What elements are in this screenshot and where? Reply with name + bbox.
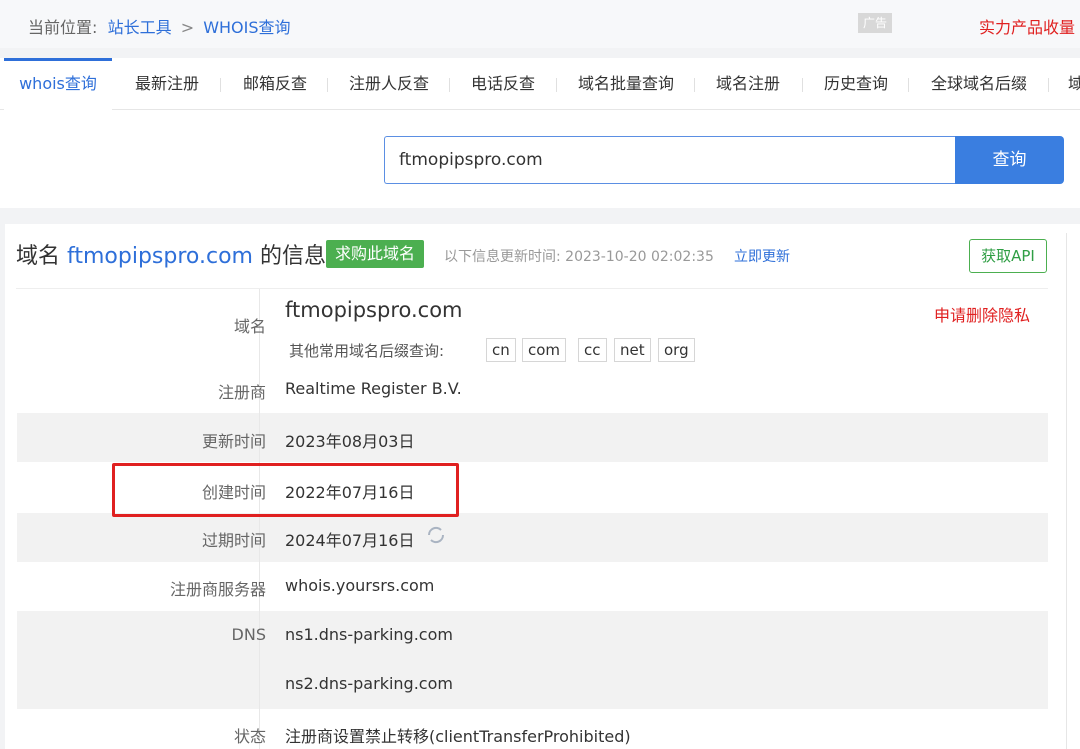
suffix-chip-org[interactable]: org <box>658 338 695 362</box>
tab-divider <box>1048 78 1049 92</box>
tab-email-reverse[interactable]: 邮箱反查 <box>243 58 307 110</box>
tab-batch-query[interactable]: 域名批量查询 <box>578 58 674 110</box>
top-bar: 当前位置: 站长工具 > WHOIS查询 广告 实力产品收量 <box>0 0 1080 48</box>
status-label: 状态 <box>233 727 266 746</box>
tab-divider <box>327 78 328 92</box>
breadcrumb-separator: > <box>180 18 195 37</box>
tab-bar: whois查询 最新注册 邮箱反查 注册人反查 电话反查 域名批量查询 域名注册… <box>0 58 1080 110</box>
tab-divider <box>220 78 221 92</box>
tab-whois[interactable]: whois查询 <box>4 58 112 110</box>
update-time-text: 以下信息更新时间: 2023-10-20 02:02:35 <box>444 249 714 265</box>
domain-value: ftmopipspro.com <box>285 298 463 322</box>
tab-divider <box>556 78 557 92</box>
server-value: whois.yoursrs.com <box>285 576 435 595</box>
tab-phone-reverse[interactable]: 电话反查 <box>471 58 535 110</box>
highlight-box <box>112 463 459 517</box>
refresh-icon[interactable] <box>425 524 447 546</box>
server-label: 注册商服务器 <box>169 580 266 599</box>
side-panel-edge <box>1066 233 1080 749</box>
suffix-chip-cn[interactable]: cn <box>486 338 516 362</box>
title-prefix: 域名 <box>16 244 61 269</box>
suffix-chip-cc[interactable]: cc <box>578 338 607 362</box>
page-title: 域名 ftmopipspro.com 的信息 <box>16 238 326 270</box>
dns-value-2: ns2.dns-parking.com <box>285 674 453 693</box>
other-suffix-label: 其他常用域名后缀查询: <box>289 342 445 360</box>
row-bg <box>17 611 1048 709</box>
status-value: 注册商设置禁止转移(clientTransferProhibited) <box>285 727 631 746</box>
dns-value-1: ns1.dns-parking.com <box>285 625 453 644</box>
privacy-removal-link[interactable]: 申请删除隐私 <box>934 302 1030 326</box>
query-button[interactable]: 查询 <box>955 136 1064 184</box>
tab-more[interactable]: 域 <box>1068 58 1080 110</box>
tab-history[interactable]: 历史查询 <box>824 58 888 110</box>
expires-label: 过期时间 <box>201 531 266 550</box>
column-divider <box>259 289 260 749</box>
tab-registrant-reverse[interactable]: 注册人反查 <box>349 58 429 110</box>
domain-search-input[interactable]: ftmopipspro.com <box>384 136 956 184</box>
tab-global-suffix[interactable]: 全球域名后缀 <box>931 58 1027 110</box>
tab-divider <box>802 78 803 92</box>
suffix-chip-com[interactable]: com <box>522 338 567 362</box>
breadcrumb: 当前位置: 站长工具 > WHOIS查询 <box>28 14 291 38</box>
tab-divider <box>449 78 450 92</box>
title-suffix: 的信息 <box>259 244 326 269</box>
registrar-label: 注册商 <box>217 383 266 402</box>
registrar-value: Realtime Register B.V. <box>285 379 462 398</box>
tab-divider <box>908 78 909 92</box>
tab-latest-registered[interactable]: 最新注册 <box>135 58 199 110</box>
row-bg <box>17 413 1048 462</box>
breadcrumb-tools-link[interactable]: 站长工具 <box>108 18 172 37</box>
ad-badge: 广告 <box>858 13 892 33</box>
buy-domain-button[interactable]: 求购此域名 <box>326 240 424 268</box>
breadcrumb-prefix: 当前位置: <box>28 18 98 37</box>
breadcrumb-current[interactable]: WHOIS查询 <box>203 18 290 37</box>
expires-value: 2024年07月16日 <box>285 531 415 550</box>
dns-label: DNS <box>231 625 266 644</box>
suffix-chip-net[interactable]: net <box>614 338 651 362</box>
updated-label: 更新时间 <box>201 432 266 451</box>
updated-value: 2023年08月03日 <box>285 432 415 451</box>
tab-domain-register[interactable]: 域名注册 <box>716 58 780 110</box>
promo-link[interactable]: 实力产品收量 <box>979 14 1075 38</box>
update-now-link[interactable]: 立即更新 <box>734 246 790 266</box>
title-domain: ftmopipspro.com <box>67 244 253 269</box>
domain-label: 域名 <box>233 317 266 336</box>
row-bg <box>17 513 1048 562</box>
divider <box>16 288 1048 289</box>
get-api-button[interactable]: 获取API <box>969 239 1047 273</box>
tab-divider <box>694 78 695 92</box>
